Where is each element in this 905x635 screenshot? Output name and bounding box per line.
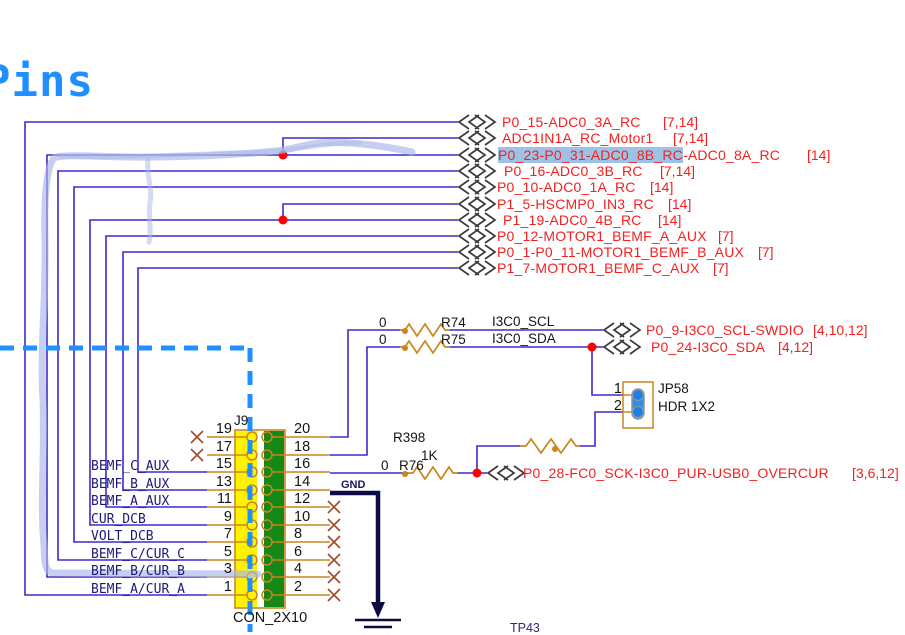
net-label: P1_7-MOTOR1_BEMF_C_AUX bbox=[497, 260, 700, 276]
resistor-value: 0 bbox=[379, 315, 387, 330]
page-ref: [4,12] bbox=[778, 339, 814, 355]
page-ref: [4,10,12] bbox=[813, 322, 868, 338]
pin-number: 18 bbox=[294, 439, 311, 455]
pin-number: 15 bbox=[215, 456, 232, 472]
net-label-left: BEMF_C/CUR_C bbox=[91, 547, 185, 562]
page-ref: [14] bbox=[658, 212, 682, 228]
offpage-connector-icon[interactable] bbox=[603, 339, 641, 355]
page-ref: [14] bbox=[668, 196, 692, 212]
pin-number: 7 bbox=[223, 526, 232, 542]
jumper-pin-number: 2 bbox=[613, 398, 622, 414]
net-label: P0_16-ADC0_3B_RC bbox=[504, 163, 643, 179]
page-ref: [7] bbox=[718, 228, 734, 244]
connector-part: CON_2X10 bbox=[233, 610, 308, 626]
page-ref: [14] bbox=[650, 179, 674, 195]
net-label-left: CUR_DCB bbox=[91, 512, 146, 527]
net-label: ADC1IN1A_RC_Motor1 bbox=[502, 130, 654, 146]
pin-number: 6 bbox=[294, 544, 303, 560]
schematic-canvas: Pins P0_15-ADC0_3A_RC [7,14] ADC1IN1A_RC… bbox=[0, 0, 905, 635]
page-ref: [7,14] bbox=[673, 130, 709, 146]
net-label-highlight-segment: P0_23-P0_31-ADC0_8B_RC bbox=[498, 147, 683, 163]
net-label: P0_15-ADC0_3A_RC bbox=[502, 114, 641, 130]
net-alias: I3C0_SCL bbox=[492, 314, 555, 329]
offpage-connector-icon[interactable] bbox=[458, 179, 496, 195]
page-ref: [7] bbox=[713, 260, 729, 276]
pin-number: 3 bbox=[223, 561, 232, 577]
pin-number: 11 bbox=[216, 491, 232, 507]
pin-number: 13 bbox=[215, 474, 232, 490]
testpoint-refdes: TP43 bbox=[510, 621, 540, 635]
pin-number: 16 bbox=[294, 456, 311, 472]
resistor-refdes: R74 bbox=[441, 315, 466, 330]
resistor-value: 0 bbox=[379, 332, 387, 347]
net-label: P1_5-HSCMP0_IN3_RC bbox=[497, 196, 654, 212]
pin-number: 17 bbox=[215, 439, 232, 455]
offpage-connector-icon[interactable] bbox=[458, 114, 496, 130]
net-label: P0_1-P0_11-MOTOR1_BEMF_B_AUX bbox=[497, 244, 745, 260]
pin-number: 14 bbox=[294, 474, 311, 490]
net-label: P0_12-MOTOR1_BEMF_A_AUX bbox=[497, 228, 707, 244]
net-label-left: BEMF_B_AUX bbox=[91, 477, 170, 492]
page-ref: [7,14] bbox=[660, 163, 696, 179]
pin-number: 8 bbox=[294, 526, 303, 542]
offpage-connector-icon[interactable] bbox=[603, 322, 641, 338]
jumper-refdes: JP58 bbox=[658, 381, 689, 396]
net-label: P0_10-ADC0_1A_RC bbox=[497, 179, 636, 195]
connector-refdes: J9 bbox=[234, 413, 249, 428]
net-label-left: BEMF_A_AUX bbox=[91, 494, 170, 509]
pin-number: 9 bbox=[223, 509, 232, 525]
net-label-left: BEMF_C_AUX bbox=[91, 459, 170, 474]
net-label-left: BEMF_B/CUR_B bbox=[91, 564, 185, 579]
jumper-jp58-symbol[interactable] bbox=[622, 381, 654, 429]
resistor-value: 0 bbox=[381, 458, 389, 473]
offpage-connector-icon[interactable] bbox=[458, 130, 496, 146]
pin-number: 12 bbox=[294, 491, 311, 507]
jumper-pin-number: 1 bbox=[613, 381, 622, 397]
offpage-connector-icon[interactable] bbox=[487, 465, 525, 481]
net-label-left: BEMF_A/CUR_A bbox=[91, 582, 185, 597]
offpage-connector-icon[interactable] bbox=[458, 260, 496, 276]
page-ref: [14] bbox=[807, 147, 831, 163]
offpage-connector-icon[interactable] bbox=[458, 212, 496, 228]
pin-number: 2 bbox=[294, 579, 303, 595]
page-title: Pins bbox=[0, 56, 94, 107]
net-label-highlighted: P0_23-P0_31-ADC0_8B_RC-ADC0_8A_RC bbox=[498, 147, 780, 163]
pin-number: 5 bbox=[223, 544, 232, 560]
net-label-rest: -ADC0_8A_RC bbox=[682, 147, 781, 163]
page-ref: [3,6,12] bbox=[852, 465, 899, 481]
jumper-part: HDR 1X2 bbox=[658, 399, 716, 414]
page-ref: [7] bbox=[758, 244, 774, 260]
resistor-refdes: R76 bbox=[399, 458, 424, 473]
gnd-label: GND bbox=[341, 479, 366, 491]
pin-number: 10 bbox=[294, 509, 311, 525]
offpage-connector-icon[interactable] bbox=[458, 196, 496, 212]
net-label: P0_28-FC0_SCK-I3C0_PUR-USB0_OVERCUR bbox=[523, 465, 829, 481]
offpage-connector-icon[interactable] bbox=[458, 228, 496, 244]
ground-symbol-icon bbox=[371, 602, 385, 618]
net-label: P0_9-I3C0_SCL-SWDIO bbox=[646, 322, 804, 338]
net-alias: I3C0_SDA bbox=[492, 331, 556, 346]
offpage-connector-icon[interactable] bbox=[458, 244, 496, 260]
gnd-net bbox=[330, 490, 401, 629]
pin-number: 20 bbox=[294, 421, 311, 437]
page-ref: [7,14] bbox=[663, 114, 699, 130]
resistor-refdes: R75 bbox=[441, 332, 466, 347]
pin-number: 1 bbox=[223, 579, 232, 595]
pin-number: 19 bbox=[215, 421, 232, 437]
net-label-left: VOLT_DCB bbox=[91, 529, 154, 544]
resistor-r398[interactable] bbox=[520, 437, 580, 455]
net-label: P0_24-I3C0_SDA bbox=[651, 339, 766, 355]
resistor-refdes: R398 bbox=[393, 430, 426, 445]
offpage-connector-icon[interactable] bbox=[458, 147, 496, 163]
net-label: P1_19-ADC0_4B_RC bbox=[503, 212, 642, 228]
offpage-connector-icon[interactable] bbox=[458, 163, 496, 179]
pin-number: 4 bbox=[294, 561, 303, 577]
